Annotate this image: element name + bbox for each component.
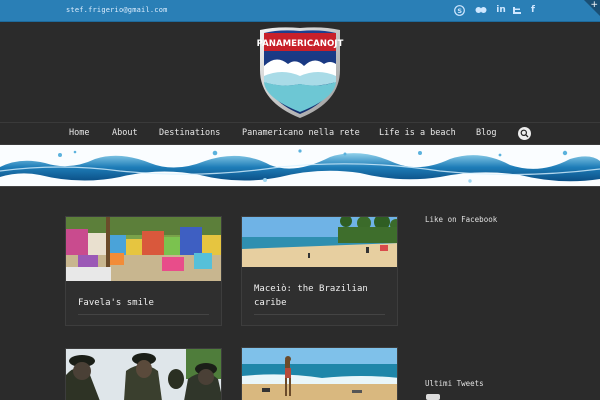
contact-email[interactable]: stef.frigerio@gmail.com (66, 6, 168, 14)
water-banner (0, 145, 600, 187)
post-card[interactable]: Favela's smile (65, 216, 222, 326)
post-thumbnail-favela[interactable] (66, 217, 221, 281)
tweets-widget-title: Ultimi Tweets (425, 379, 484, 388)
nav-home[interactable]: Home (69, 128, 89, 138)
tweet-icon (426, 394, 440, 400)
linkedin-icon[interactable]: in (494, 3, 508, 17)
flickr-icon[interactable] (474, 3, 488, 17)
nav-panamericano[interactable]: Panamericano nella rete (242, 128, 360, 138)
search-button[interactable] (518, 127, 531, 140)
skype-icon[interactable]: S (452, 3, 466, 17)
post-card[interactable]: Maceiò: the Brazilian caribe (241, 216, 398, 326)
post-thumbnail-maceio[interactable] (242, 217, 397, 267)
site-logo[interactable]: PANAMERICANOJT (256, 24, 344, 120)
twitter-icon[interactable] (510, 3, 524, 17)
facebook-widget-title: Like on Facebook (425, 215, 498, 224)
nav-blog[interactable]: Blog (476, 128, 496, 138)
post-thumbnail-soldiers[interactable] (66, 349, 221, 400)
main-nav: Home About Destinations Panamericano nel… (0, 122, 600, 145)
logo-text: PANAMERICANOJT (257, 39, 344, 49)
search-icon (520, 129, 529, 138)
plus-icon[interactable]: + (590, 0, 598, 10)
post-card[interactable] (65, 348, 222, 400)
nav-about[interactable]: About (112, 128, 138, 138)
facebook-icon[interactable]: f (526, 3, 540, 17)
nav-life-is-a-beach[interactable]: Life is a beach (379, 128, 456, 138)
post-card[interactable] (241, 347, 398, 400)
post-title[interactable]: Favela's smile (78, 296, 154, 310)
post-divider (254, 314, 385, 315)
svg-text:S: S (457, 7, 462, 15)
post-title[interactable]: Maceiò: the Brazilian caribe (254, 282, 389, 310)
site-header: PANAMERICANOJT (0, 22, 600, 122)
nav-destinations[interactable]: Destinations (159, 128, 220, 138)
top-bar: stef.frigerio@gmail.com S in f + (0, 0, 600, 22)
post-thumbnail-beach[interactable] (242, 348, 397, 400)
post-divider (78, 314, 209, 315)
